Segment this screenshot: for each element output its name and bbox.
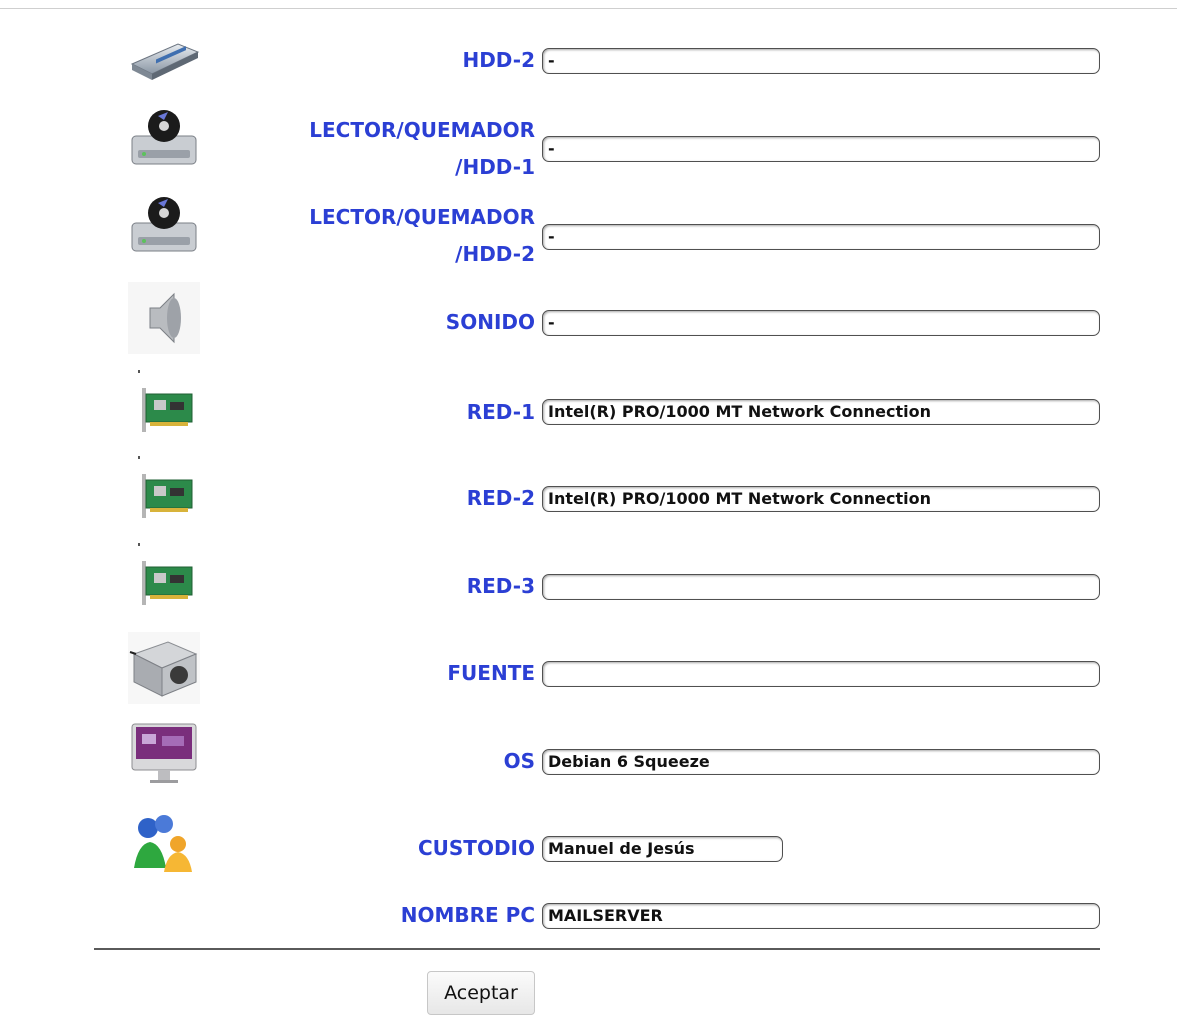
field-label: RED-1 <box>466 400 535 424</box>
lector-hdd-1-input[interactable]: - <box>542 136 1100 162</box>
network-card-icon <box>128 456 200 528</box>
optical-drive-icon <box>128 108 200 180</box>
speaker-icon <box>128 282 200 354</box>
field-label-line-2: /HDD-2 <box>455 242 535 266</box>
red-2-input[interactable]: Intel(R) PRO/1000 MT Network Connection <box>542 486 1100 512</box>
network-card-icon <box>128 543 200 615</box>
field-label: NOMBRE PC <box>400 903 535 927</box>
field-label-line-2: /HDD-1 <box>455 155 535 179</box>
field-label: HDD-2 <box>462 48 535 72</box>
power-supply-icon <box>128 632 200 704</box>
monitor-icon <box>128 722 200 794</box>
field-label-line-1: LECTOR/QUEMADOR <box>309 118 535 142</box>
field-label-line-1: LECTOR/QUEMADOR <box>309 205 535 229</box>
hdd-2-input[interactable]: - <box>542 48 1100 74</box>
field-label: OS <box>503 749 535 773</box>
field-label: SONIDO <box>445 310 535 334</box>
red-3-input[interactable] <box>542 574 1100 600</box>
field-label: RED-3 <box>466 574 535 598</box>
os-input[interactable]: Debian 6 Squeeze <box>542 749 1100 775</box>
sonido-input[interactable]: - <box>542 310 1100 336</box>
red-1-input[interactable]: Intel(R) PRO/1000 MT Network Connection <box>542 399 1100 425</box>
divider <box>94 948 1100 950</box>
field-label: CUSTODIO <box>417 836 535 860</box>
hard-drive-icon <box>128 34 200 106</box>
optical-drive-icon <box>128 195 200 267</box>
aceptar-button[interactable]: Aceptar <box>427 971 535 1015</box>
field-label: FUENTE <box>447 661 535 685</box>
top-border <box>0 8 1177 9</box>
custodio-input[interactable]: Manuel de Jesús <box>542 836 783 862</box>
users-icon <box>128 808 200 880</box>
network-card-icon <box>128 370 200 442</box>
fuente-input[interactable] <box>542 661 1100 687</box>
lector-hdd-2-input[interactable]: - <box>542 224 1100 250</box>
nombre-pc-input[interactable]: MAILSERVER <box>542 903 1100 929</box>
field-label: RED-2 <box>466 486 535 510</box>
